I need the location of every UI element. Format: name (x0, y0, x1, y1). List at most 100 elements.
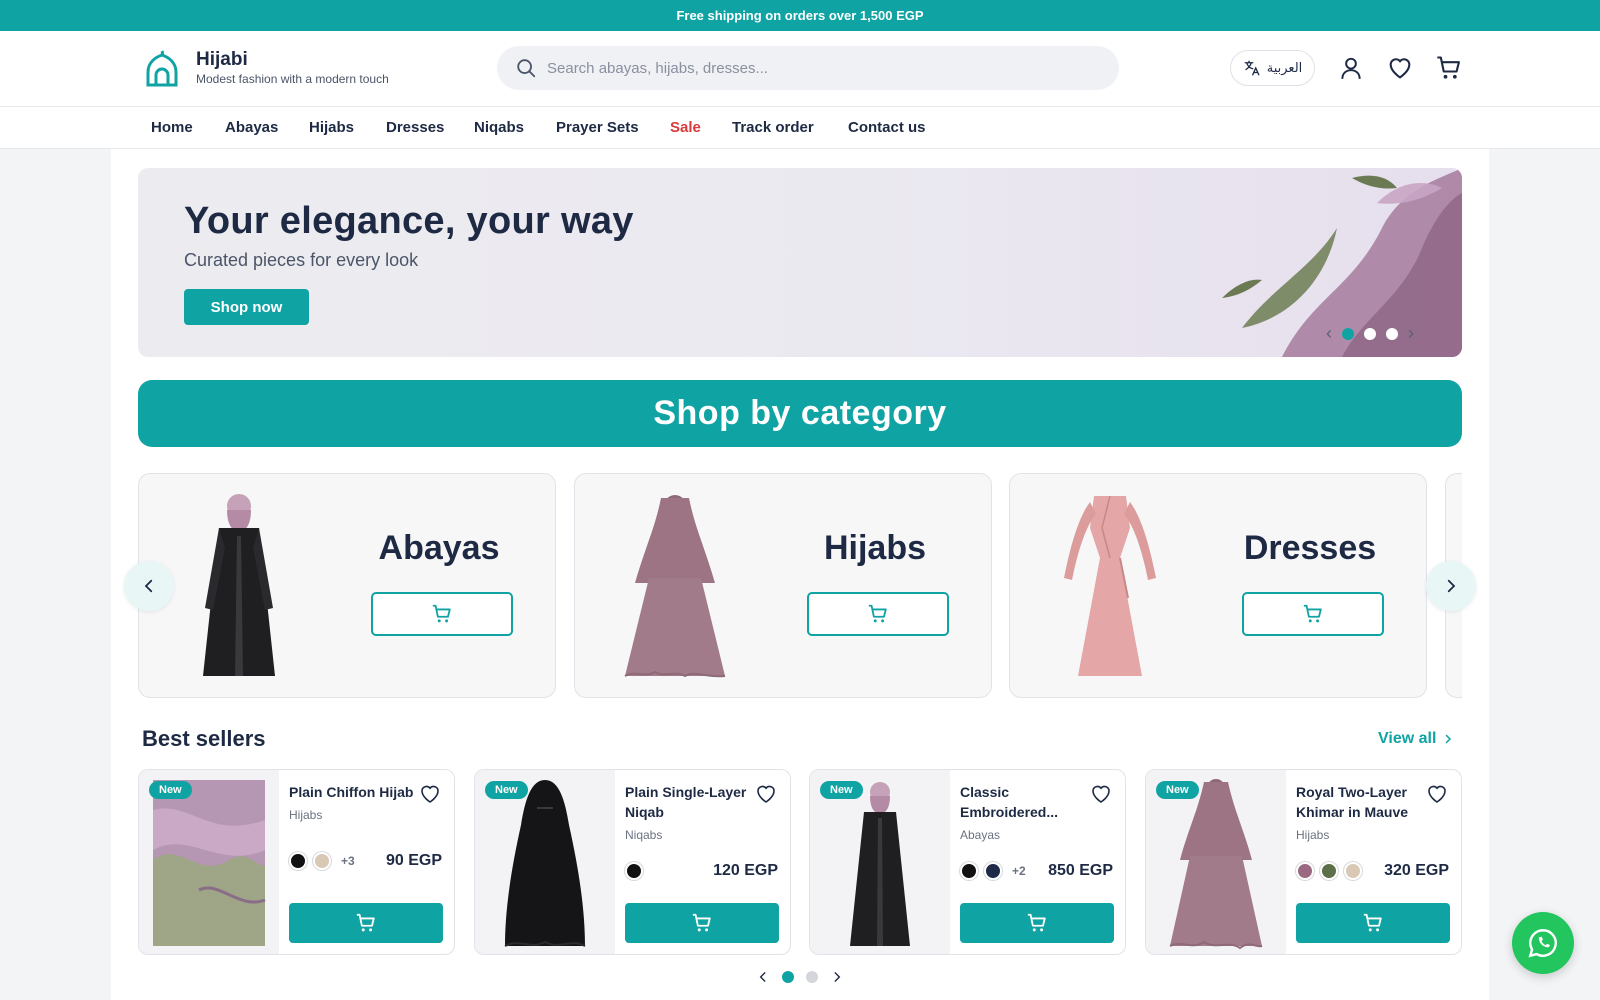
translate-icon (1244, 60, 1260, 76)
nav-item-home[interactable]: Home (151, 119, 193, 136)
nav-item-prayer-sets[interactable]: Prayer Sets (556, 119, 639, 136)
search-bar[interactable] (497, 46, 1119, 90)
pager-dot-2[interactable] (806, 971, 818, 983)
product-name[interactable]: Royal Two-Layer Khimar in Mauve (1296, 782, 1426, 822)
brand-tagline: Modest fashion with a modern touch (196, 72, 389, 86)
swatch-black[interactable] (625, 862, 643, 880)
product-image[interactable]: New (810, 770, 950, 954)
nav-item-track-order[interactable]: Track order (732, 119, 814, 136)
mosque-logo-icon (146, 50, 178, 87)
add-to-cart-button[interactable] (625, 903, 779, 943)
new-badge: New (820, 781, 863, 799)
account-button[interactable] (1336, 53, 1366, 83)
hero-dot-2[interactable] (1364, 327, 1376, 340)
hero-prev-icon[interactable]: ‹ (1326, 323, 1332, 344)
chevron-left-icon[interactable] (756, 970, 770, 984)
product-image[interactable]: New (139, 770, 279, 954)
brand-logo[interactable]: Hijabi Modest fashion with a modern touc… (142, 48, 389, 88)
color-swatches (1296, 862, 1362, 880)
wishlist-button[interactable] (1385, 53, 1415, 83)
dress-image (1064, 495, 1156, 676)
category-title: Dresses (1243, 529, 1377, 567)
category-card-abayas[interactable]: Abayas (138, 473, 556, 698)
language-switch-button[interactable]: العربية (1230, 50, 1315, 86)
user-icon (1341, 57, 1361, 79)
swatch-black[interactable] (289, 852, 307, 870)
swatch-olive[interactable] (1320, 862, 1338, 880)
whatsapp-icon (1528, 929, 1557, 958)
product-name[interactable]: Plain Single-Layer Niqab (625, 782, 755, 822)
shop-now-button[interactable]: Shop now (184, 289, 309, 325)
new-badge: New (485, 781, 528, 799)
wishlist-heart-icon[interactable] (1089, 782, 1113, 806)
product-price: 320 EGP (1384, 862, 1449, 879)
color-swatches (625, 862, 643, 880)
swatch-mauve[interactable] (1296, 862, 1314, 880)
nav-item-dresses[interactable]: Dresses (386, 119, 444, 136)
whatsapp-chat-button[interactable] (1512, 912, 1574, 974)
wishlist-heart-icon[interactable] (418, 782, 442, 806)
cart-button[interactable] (1434, 53, 1464, 83)
promo-bar: Free shipping on orders over 1,500 EGP (0, 0, 1600, 31)
cart-icon (1363, 913, 1382, 932)
chevron-right-icon (1447, 579, 1456, 593)
product-category: Abayas (960, 828, 1001, 842)
hero-dot-1[interactable] (1342, 327, 1354, 340)
pager-dot-1[interactable] (782, 971, 794, 983)
swatch-beige[interactable] (1344, 862, 1362, 880)
category-shop-button[interactable] (807, 592, 949, 636)
product-card[interactable]: New Plain Single-Layer Niqab Niqabs 120 … (474, 769, 791, 955)
product-image[interactable]: New (1146, 770, 1286, 954)
swatch-black[interactable] (960, 862, 978, 880)
wishlist-heart-icon[interactable] (754, 782, 778, 806)
more-colors[interactable]: +2 (1012, 864, 1026, 878)
nav-item-contact-us[interactable]: Contact us (848, 119, 926, 136)
product-card[interactable]: New Classic Embroidered... Abayas +2 850… (809, 769, 1126, 955)
product-card[interactable]: New Royal Two-Layer Khimar in Mauve Hija… (1145, 769, 1462, 955)
add-to-cart-button[interactable] (960, 903, 1114, 943)
swatch-navy[interactable] (984, 862, 1002, 880)
category-next-button[interactable] (1426, 561, 1476, 611)
heart-icon (1389, 58, 1411, 79)
product-name[interactable]: Classic Embroidered... (960, 782, 1090, 822)
product-price: 850 EGP (1048, 862, 1113, 879)
hero-next-icon[interactable]: › (1408, 323, 1414, 344)
category-title: Hijabs (823, 529, 927, 567)
abaya-image (203, 494, 275, 676)
view-all-label: View all (1378, 730, 1437, 747)
nav-item-abayas[interactable]: Abayas (225, 119, 278, 136)
product-price: 120 EGP (713, 862, 778, 879)
nav-item-hijabs[interactable]: Hijabs (309, 119, 354, 136)
category-shop-button[interactable] (371, 592, 513, 636)
color-swatches: +3 (289, 852, 355, 870)
add-to-cart-button[interactable] (1296, 903, 1450, 943)
product-price: 90 EGP (385, 852, 442, 869)
product-name[interactable]: Plain Chiffon Hijab (289, 782, 419, 802)
product-image[interactable]: New (475, 770, 615, 954)
category-shop-button[interactable] (1242, 592, 1384, 636)
wishlist-heart-icon[interactable] (1425, 782, 1449, 806)
add-to-cart-button[interactable] (289, 903, 443, 943)
view-all-link[interactable]: View all (1378, 730, 1454, 748)
hero-dot-3[interactable] (1386, 327, 1398, 340)
color-swatches: +2 (960, 862, 1026, 880)
cart-icon (1027, 913, 1046, 932)
main-nav: Home Abayas Hijabs Dresses Niqabs Prayer… (0, 107, 1600, 149)
search-icon (517, 59, 536, 78)
hero-banner: Your elegance, your way Curated pieces f… (138, 168, 1462, 357)
cart-icon (1303, 604, 1322, 623)
category-prev-button[interactable] (124, 561, 174, 611)
category-card-hijabs[interactable]: Hijabs (574, 473, 992, 698)
search-input[interactable] (547, 59, 1107, 77)
chevron-right-icon (1446, 734, 1452, 744)
nav-item-niqabs[interactable]: Niqabs (474, 119, 524, 136)
chevron-right-icon[interactable] (830, 970, 844, 984)
nav-item-sale[interactable]: Sale (670, 119, 701, 136)
product-card[interactable]: New Plain Chiffon Hijab Hijabs +3 90 EGP (138, 769, 455, 955)
category-heading-text: Shop by category (653, 394, 947, 432)
site-header: Hijabi Modest fashion with a modern touc… (0, 31, 1600, 107)
swatch-beige[interactable] (313, 852, 331, 870)
more-colors[interactable]: +3 (341, 854, 355, 868)
best-sellers-heading: Best sellers (142, 726, 266, 751)
category-card-dresses[interactable]: Dresses (1009, 473, 1427, 698)
